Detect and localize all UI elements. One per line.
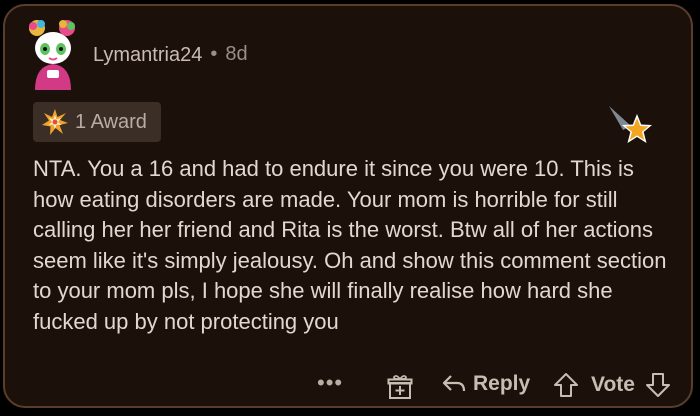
comment-actions: ••• Reply Vote [5,370,695,404]
reply-label: Reply [473,372,531,395]
comment-age: 8d [225,42,248,65]
comment-header: Lymantria24 • 8d [23,18,248,90]
downvote-arrow-icon[interactable] [645,372,671,398]
username[interactable]: Lymantria24 [93,44,202,67]
award-label: 1 Award [75,110,147,133]
upvote-arrow-icon[interactable] [553,372,579,398]
award-badge[interactable]: 1 Award [33,102,161,142]
reply-button[interactable]: Reply [441,372,530,396]
gift-icon[interactable] [387,374,413,400]
vote-label: Vote [591,373,635,396]
reply-arrow-icon [441,372,467,396]
shooting-star-icon [607,104,655,148]
vote-controls: Vote [553,372,671,398]
comment-card: Lymantria24 • 8d 1 Award NTA. You a 16 a… [3,4,693,408]
meta-separator: • [210,42,218,65]
comment-body: NTA. You a 16 and had to endure it since… [33,156,667,334]
avatar[interactable] [23,18,83,90]
burst-award-icon [41,108,69,136]
more-options-button[interactable]: ••• [317,370,343,396]
